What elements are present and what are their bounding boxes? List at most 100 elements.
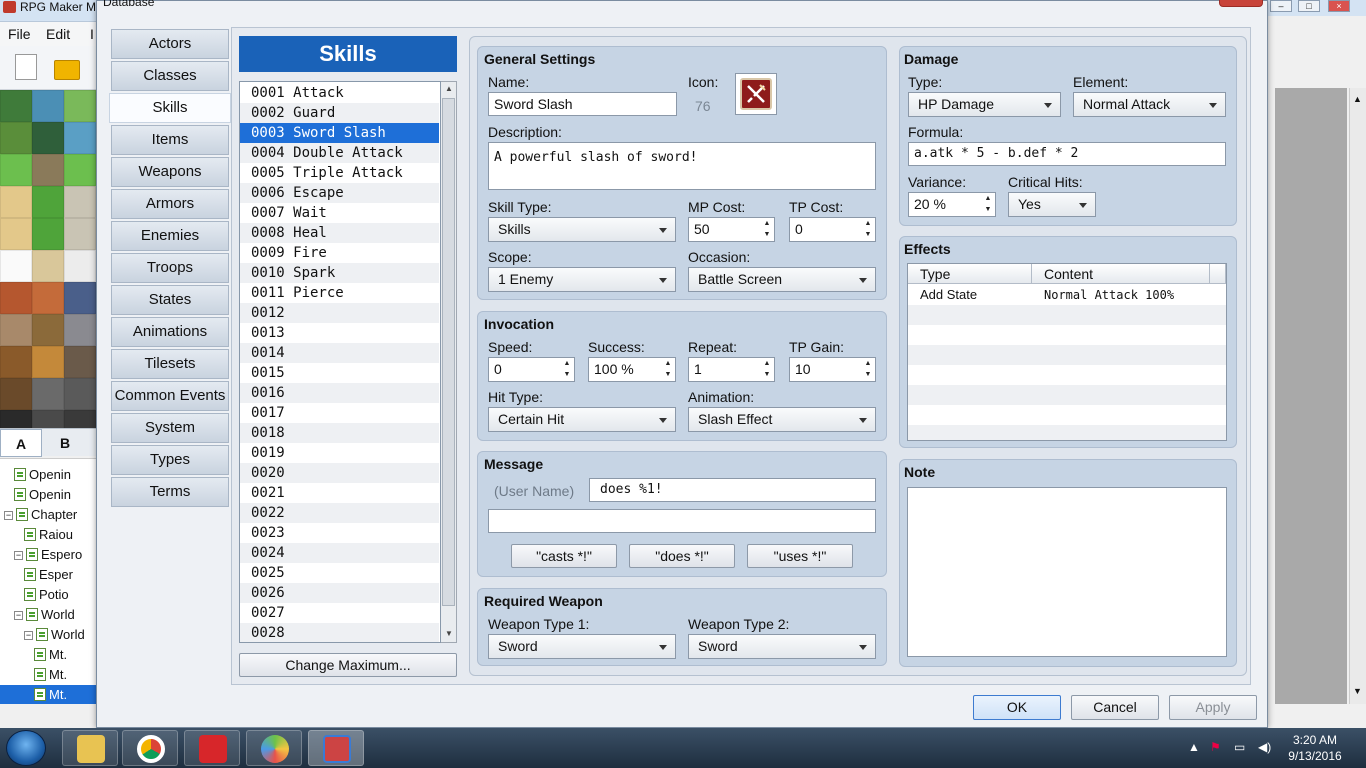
tab-system[interactable]: System (111, 413, 229, 443)
note-field[interactable] (907, 487, 1227, 657)
tile-cell[interactable] (32, 410, 64, 428)
tab-weapons[interactable]: Weapons (111, 157, 229, 187)
collapse-toggle-icon[interactable]: − (4, 511, 13, 520)
map-tree-item[interactable]: − Espero (14, 545, 96, 565)
tp-cost-spinner[interactable]: 0 ▲ ▼ (789, 217, 876, 242)
tile-cell[interactable] (32, 250, 64, 282)
tab-animations[interactable]: Animations (111, 317, 229, 347)
skill-list-item[interactable]: 0013 (240, 323, 439, 343)
skill-icon-picker[interactable] (735, 73, 777, 115)
scroll-thumb[interactable] (442, 98, 455, 606)
skill-list-item[interactable]: 0016 (240, 383, 439, 403)
tab-actors[interactable]: Actors (111, 29, 229, 59)
animation-dropdown[interactable]: Slash Effect (688, 407, 876, 432)
tab-items[interactable]: Items (111, 125, 229, 155)
map-tree-item[interactable]: − Chapter (4, 505, 96, 525)
map-tree-item[interactable]: Potio (24, 585, 96, 605)
message-line1-field[interactable]: does %1! (589, 478, 876, 502)
spin-down-icon[interactable]: ▼ (863, 369, 873, 380)
skill-list-item[interactable]: 0015 (240, 363, 439, 383)
action-center-icon[interactable]: ▭ (1234, 740, 1245, 754)
clock[interactable]: 3:20 AM 9/13/2016 (1280, 732, 1350, 764)
tray-expand-icon[interactable]: ▲ (1188, 740, 1200, 754)
tile-cell[interactable] (32, 186, 64, 218)
skills-list[interactable]: 0001 Attack 0002 Guard 0003 Sword Slash 000… (239, 81, 441, 643)
tile-cell[interactable] (0, 218, 32, 250)
tile-cell[interactable] (0, 154, 32, 186)
collapse-toggle-icon[interactable]: − (14, 611, 23, 620)
success-spinner[interactable]: 100 % ▲ ▼ (588, 357, 676, 382)
spin-up-icon[interactable]: ▲ (863, 358, 873, 369)
map-tree-item[interactable]: Openin (14, 485, 96, 505)
skill-type-dropdown[interactable]: Skills (488, 217, 676, 242)
tile-cell[interactable] (0, 122, 32, 154)
speed-spinner[interactable]: 0 ▲ ▼ (488, 357, 575, 382)
scroll-up-icon[interactable]: ▲ (1353, 94, 1362, 104)
volume-icon[interactable]: ◀) (1258, 740, 1271, 754)
tile-cell[interactable] (64, 346, 96, 378)
spin-up-icon[interactable]: ▲ (983, 193, 993, 204)
map-tree-item[interactable]: Raiou (24, 525, 96, 545)
tab-troops[interactable]: Troops (111, 253, 229, 283)
dialog-close-button[interactable] (1219, 0, 1263, 7)
maximize-icon[interactable]: □ (1298, 0, 1320, 12)
tile-cell[interactable] (0, 378, 32, 410)
tab-skills[interactable]: Skills (109, 93, 231, 123)
new-file-icon[interactable] (15, 54, 37, 80)
tile-cell[interactable] (0, 314, 32, 346)
skill-list-item[interactable]: 0012 (240, 303, 439, 323)
menu-more[interactable]: I (90, 26, 94, 42)
skill-list-item[interactable]: 0027 (240, 603, 439, 623)
menu-file[interactable]: File (8, 26, 31, 42)
spin-up-icon[interactable]: ▲ (762, 358, 772, 369)
description-field[interactable]: A powerful slash of sword! (488, 142, 876, 190)
tile-cell[interactable] (64, 154, 96, 186)
cancel-button[interactable]: Cancel (1071, 695, 1159, 720)
tile-cell[interactable] (0, 346, 32, 378)
scope-dropdown[interactable]: 1 Enemy (488, 267, 676, 292)
tab-terms[interactable]: Terms (111, 477, 229, 507)
casts-button[interactable]: "casts *!" (511, 544, 617, 568)
skills-list-scrollbar[interactable]: ▲ ▼ (441, 81, 457, 643)
tileset-tab-a[interactable]: A (0, 429, 42, 457)
repeat-spinner[interactable]: 1 ▲ ▼ (688, 357, 775, 382)
map-scrollbar[interactable]: ▲ ▼ (1349, 88, 1366, 704)
taskbar-game[interactable] (184, 730, 240, 766)
spin-down-icon[interactable]: ▼ (863, 229, 873, 240)
taskbar-explorer[interactable] (62, 730, 118, 766)
effects-row[interactable] (908, 385, 1226, 405)
skill-list-item[interactable]: 0024 (240, 543, 439, 563)
tile-cell[interactable] (32, 218, 64, 250)
spin-down-icon[interactable]: ▼ (983, 204, 993, 215)
tile-cell[interactable] (32, 378, 64, 410)
tile-cell[interactable] (64, 410, 96, 428)
skill-list-item[interactable]: 0003 Sword Slash (240, 123, 439, 143)
spin-down-icon[interactable]: ▼ (562, 369, 572, 380)
menu-edit[interactable]: Edit (46, 26, 70, 42)
variance-spinner[interactable]: 20 % ▲ ▼ (908, 192, 996, 217)
apply-button[interactable]: Apply (1169, 695, 1257, 720)
map-tree-item[interactable]: − World (24, 625, 96, 645)
skill-list-item[interactable]: 0017 (240, 403, 439, 423)
tile-cell[interactable] (0, 282, 32, 314)
mp-cost-spinner[interactable]: 50 ▲ ▼ (688, 217, 775, 242)
effects-table[interactable]: Type Content Add State Normal Attack 100% (907, 263, 1227, 441)
tile-cell[interactable] (32, 346, 64, 378)
effects-row[interactable] (908, 305, 1226, 325)
tab-enemies[interactable]: Enemies (111, 221, 229, 251)
skill-list-item[interactable]: 0011 Pierce (240, 283, 439, 303)
occasion-dropdown[interactable]: Battle Screen (688, 267, 876, 292)
spin-up-icon[interactable]: ▲ (562, 358, 572, 369)
spin-down-icon[interactable]: ▼ (663, 369, 673, 380)
skill-list-item[interactable]: 0025 (240, 563, 439, 583)
taskbar-rpgmaker[interactable] (308, 730, 364, 766)
taskbar-app[interactable] (246, 730, 302, 766)
map-tree-item[interactable]: Mt. (0, 685, 96, 704)
skill-list-item[interactable]: 0007 Wait (240, 203, 439, 223)
tab-states[interactable]: States (111, 285, 229, 315)
spin-up-icon[interactable]: ▲ (863, 218, 873, 229)
tab-classes[interactable]: Classes (111, 61, 229, 91)
tab-common-events[interactable]: Common Events (111, 381, 229, 411)
weapon-type2-dropdown[interactable]: Sword (688, 634, 876, 659)
effects-row[interactable]: Add State Normal Attack 100% (908, 285, 1226, 305)
